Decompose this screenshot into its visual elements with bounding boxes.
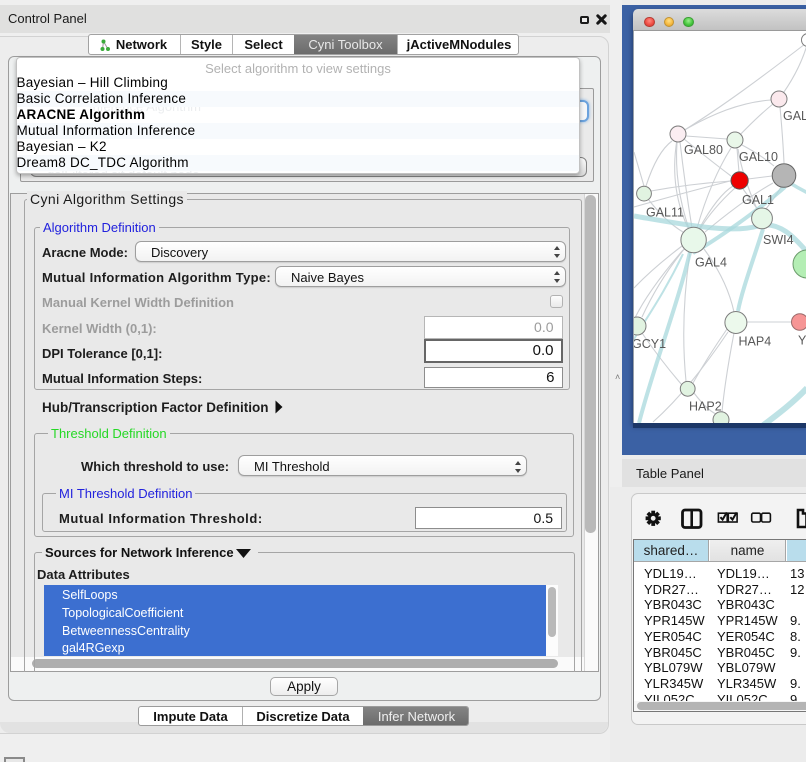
svg-text:GAL2: GAL2 bbox=[783, 109, 806, 123]
svg-text:GAL11: GAL11 bbox=[646, 206, 684, 220]
svg-text:GCY1: GCY1 bbox=[634, 337, 666, 351]
svg-text:GAL10: GAL10 bbox=[739, 150, 778, 164]
svg-text:GAL80: GAL80 bbox=[684, 143, 723, 157]
svg-text:HAP4: HAP4 bbox=[739, 335, 772, 349]
svg-text:GAL4: GAL4 bbox=[695, 256, 727, 270]
svg-text:Y: Y bbox=[798, 334, 806, 348]
svg-text:GAL1: GAL1 bbox=[742, 193, 774, 207]
svg-text:SWI4: SWI4 bbox=[763, 233, 794, 247]
svg-text:HAP2: HAP2 bbox=[689, 400, 722, 414]
